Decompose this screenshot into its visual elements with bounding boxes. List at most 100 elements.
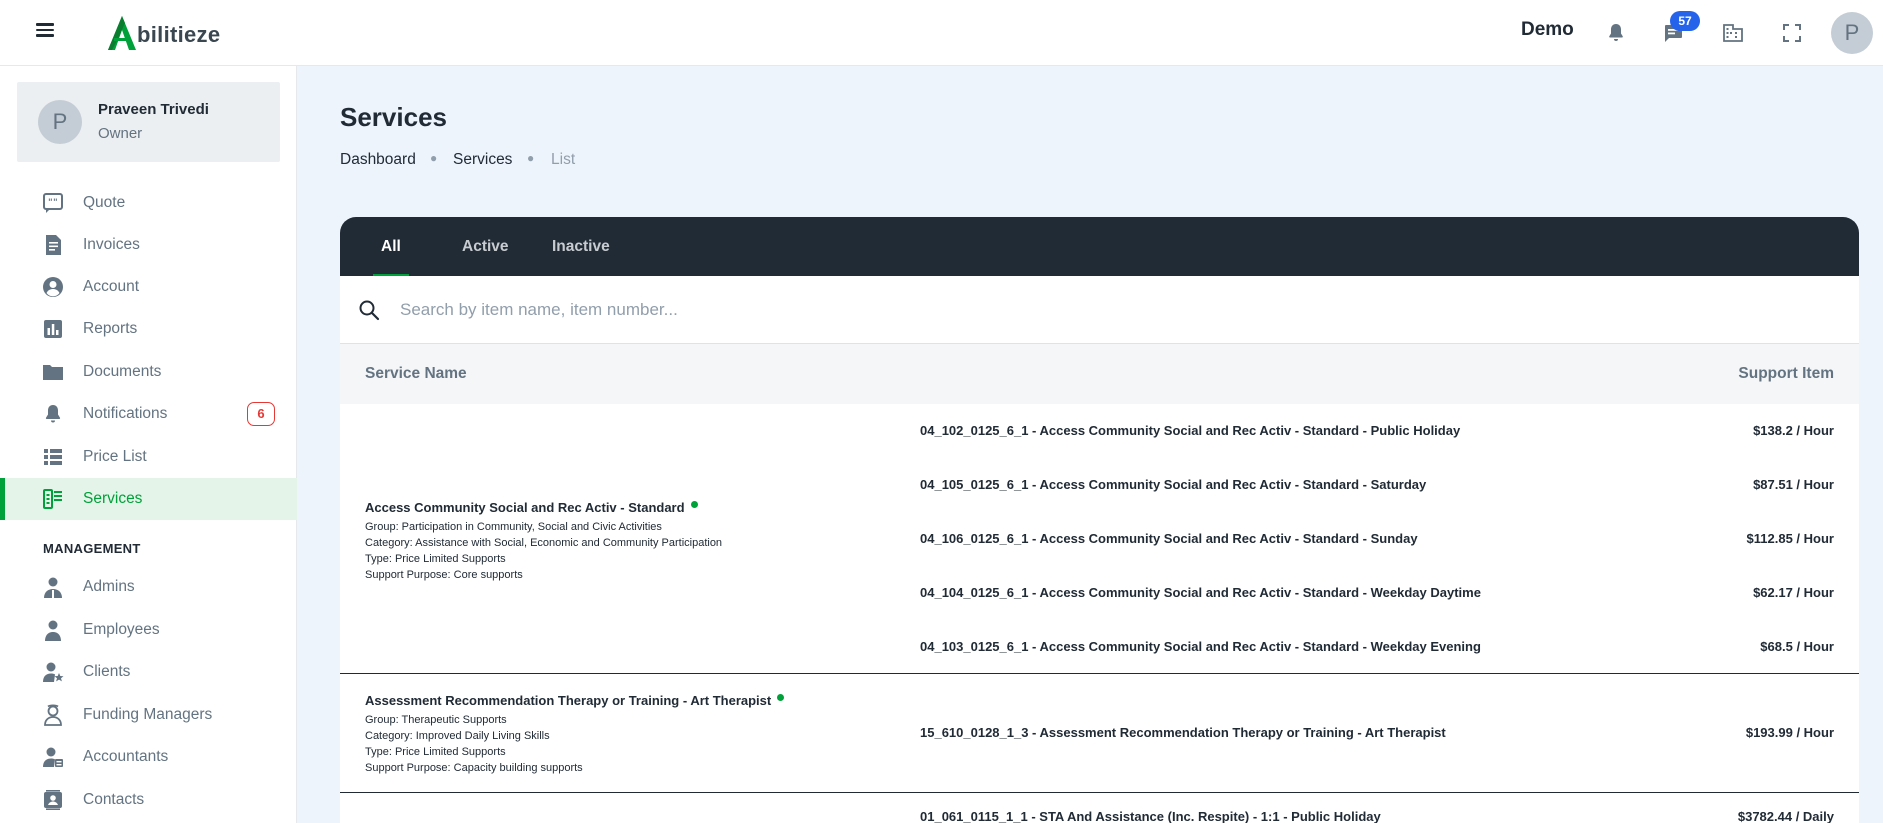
logo-text: bilitieze [137,22,221,47]
table-row[interactable]: Assessment Recommendation Therapy or Tra… [340,674,1859,793]
services-card: All Active Inactive Service Name Support… [340,217,1859,823]
sidebar-item-employees[interactable]: Employees [0,609,297,651]
admin-icon [44,577,62,598]
service-type: Type: Price Limited Supports [365,553,506,565]
user-role: Owner [98,125,143,142]
service-name-text: Access Community Social and Rec Activ - … [365,500,685,515]
bell-icon[interactable] [1604,21,1628,45]
funding-manager-icon [44,704,62,726]
support-item-name: 04_104_0125_6_1 - Access Community Socia… [920,585,1481,600]
breadcrumb-dashboard[interactable]: Dashboard [340,151,416,169]
breadcrumb-separator: ● [430,151,438,165]
sidebar-item-price-list[interactable]: Price List [0,436,297,478]
support-item-price: $62.17 / Hour [1753,585,1834,600]
invoice-icon [46,235,61,255]
breadcrumb-list: List [551,151,576,168]
sidebar-item-reports[interactable]: Reports [0,308,297,350]
support-item-name: 04_103_0125_6_1 - Access Community Socia… [920,639,1481,654]
sidebar-item-label: Admins [83,578,135,595]
support-item-price: $138.2 / Hour [1753,423,1834,438]
support-item-row[interactable]: 15_610_0128_1_3 - Assessment Recommendat… [920,706,1859,760]
support-item-row[interactable]: 04_106_0125_6_1 - Access Community Socia… [920,512,1859,566]
service-support-purpose: Support Purpose: Core supports [365,569,523,581]
sidebar-item-clients[interactable]: Clients [0,651,297,693]
sidebar-item-services[interactable]: Services [0,478,297,520]
column-header-support-item[interactable]: Support Item [1738,365,1834,383]
tab-inactive[interactable]: Inactive [552,217,610,276]
sidebar-item-label: Price List [83,448,147,465]
service-category: Category: Assistance with Social, Econom… [365,537,723,549]
support-item-row[interactable]: 01_061_0115_1_1 - STA And Assistance (In… [920,790,1859,823]
search-icon [359,300,380,321]
sidebar-item-quote[interactable]: " " Quote [0,182,297,224]
table-row[interactable]: Access Community Social and Rec Activ - … [340,404,1859,674]
svg-text:": " [53,198,58,208]
support-item-price: $87.51 / Hour [1753,477,1834,492]
organization-name[interactable]: Demo [1521,19,1574,41]
sidebar-item-documents[interactable]: Documents [0,351,297,393]
sidebar-item-funding-managers[interactable]: Funding Managers [0,694,297,736]
sidebar-item-label: Accountants [83,748,169,765]
sidebar-item-label: Account [83,278,140,295]
sidebar-item-label: Funding Managers [83,706,213,723]
app-logo[interactable]: bilitieze [106,12,220,52]
tab-all[interactable]: All [373,217,409,276]
support-item-price: $193.99 / Hour [1745,725,1834,740]
client-icon [43,662,64,682]
sidebar-item-account[interactable]: Account [0,266,297,308]
service-name: Assessment Recommendation Therapy or Tra… [365,693,785,708]
support-item-price: $68.5 / Hour [1760,639,1834,654]
bell-icon [45,405,61,423]
user-card[interactable]: P Praveen Trivedi Owner [17,82,280,162]
user-avatar[interactable]: P [1831,12,1873,54]
sidebar-item-accountants[interactable]: Accountants [0,736,297,778]
messages-count-badge: 57 [1670,11,1700,31]
support-item-price: $3782.44 / Daily [1737,809,1834,823]
organization-building-icon[interactable] [1721,21,1745,45]
sidebar-item-label: Services [83,490,143,507]
sidebar-item-admins[interactable]: Admins [0,566,297,608]
accountant-icon [43,747,63,767]
table-row[interactable]: 01_061_0115_1_1 - STA And Assistance (In… [340,793,1859,823]
service-name-text: Assessment Recommendation Therapy or Tra… [365,693,772,708]
support-item-name: 01_061_0115_1_1 - STA And Assistance (In… [920,809,1381,823]
sidebar-item-label: Clients [83,663,131,680]
quote-icon: " " [43,193,63,213]
breadcrumb-services[interactable]: Services [453,151,512,169]
folder-icon [43,365,63,380]
list-icon [44,449,62,465]
tab-active[interactable]: Active [462,217,509,276]
sidebar-item-label: Quote [83,194,126,211]
section-title-management: MANAGEMENT [43,541,141,556]
active-status-dot [690,501,698,508]
support-item-name: 04_102_0125_6_1 - Access Community Socia… [920,423,1461,438]
notifications-count-badge: 6 [247,402,275,426]
service-group: Group: Therapeutic Supports [365,714,507,726]
sidebar: P Praveen Trivedi Owner " " Quote Invoic… [0,66,297,823]
support-item-price: $112.85 / Hour [1746,531,1834,546]
account-icon [43,277,63,297]
page-title: Services [340,102,447,132]
sidebar-item-contacts[interactable]: Contacts [0,779,297,821]
support-item-row[interactable]: 04_105_0125_6_1 - Access Community Socia… [920,458,1859,512]
column-header-service-name[interactable]: Service Name [365,365,467,383]
support-item-row[interactable]: 04_102_0125_6_1 - Access Community Socia… [920,404,1859,458]
support-item-row[interactable]: 04_103_0125_6_1 - Access Community Socia… [920,620,1859,674]
active-status-dot [777,694,785,701]
table-header: Service Name Support Item [340,344,1859,404]
search-input[interactable] [400,290,1820,330]
sidebar-item-notifications[interactable]: Notifications 6 [0,393,297,435]
user-name: Praveen Trivedi [98,101,209,118]
reports-icon [44,320,62,338]
support-item-row[interactable]: 04_104_0125_6_1 - Access Community Socia… [920,566,1859,620]
menu-toggle-icon[interactable] [33,20,57,44]
services-icon [43,489,62,509]
support-item-name: 15_610_0128_1_3 - Assessment Recommendat… [920,725,1446,740]
sidebar-item-invoices[interactable]: Invoices [0,224,297,266]
service-name: Access Community Social and Rec Activ - … [365,500,698,515]
sidebar-item-label: Documents [83,363,162,380]
fullscreen-icon[interactable] [1780,21,1804,45]
sidebar-item-label: Invoices [83,236,140,253]
search-bar [340,276,1859,344]
support-item-name: 04_106_0125_6_1 - Access Community Socia… [920,531,1418,546]
